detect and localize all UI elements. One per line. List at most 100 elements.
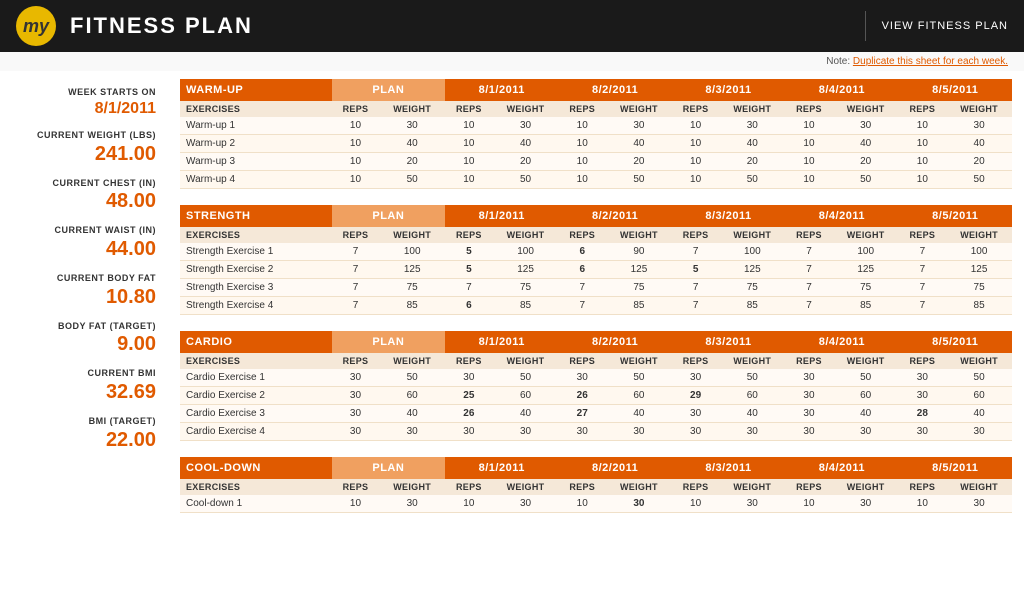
col-header: WEIGHT — [379, 101, 445, 117]
section-name: WARM-UP — [180, 79, 332, 101]
date-header: 8/5/2011 — [899, 457, 1012, 479]
day-reps: 10 — [672, 135, 720, 153]
col-header: WEIGHT — [379, 227, 445, 243]
plan-weight: 20 — [379, 153, 445, 171]
day-weight: 125 — [493, 261, 559, 279]
day-reps: 30 — [785, 423, 833, 441]
day-weight: 85 — [606, 297, 672, 315]
day-weight: 60 — [606, 387, 672, 405]
date-header: 8/4/2011 — [785, 457, 898, 479]
day-weight: 85 — [946, 297, 1012, 315]
day-weight: 30 — [833, 117, 899, 135]
col-header: REPS — [785, 353, 833, 369]
col-header: WEIGHT — [833, 101, 899, 117]
day-weight: 30 — [606, 495, 672, 513]
col-header: WEIGHT — [946, 353, 1012, 369]
day-weight: 20 — [946, 153, 1012, 171]
date-header: 8/2/2011 — [558, 79, 671, 101]
day-reps: 30 — [672, 423, 720, 441]
day-reps: 5 — [672, 261, 720, 279]
note-bar: Note: Duplicate this sheet for each week… — [0, 52, 1024, 71]
day-reps: 5 — [445, 243, 493, 261]
plan-reps: 10 — [332, 495, 380, 513]
day-weight: 50 — [719, 369, 785, 387]
day-weight: 75 — [493, 279, 559, 297]
day-reps: 10 — [445, 153, 493, 171]
bmi-target-label: BMI (TARGET) — [12, 416, 156, 428]
day-weight: 40 — [606, 405, 672, 423]
section-cool-down: COOL-DOWNPLAN8/1/20118/2/20118/3/20118/4… — [180, 457, 1012, 513]
day-reps: 10 — [785, 495, 833, 513]
day-weight: 20 — [719, 153, 785, 171]
view-plan-button[interactable]: VIEW FITNESS PLAN — [882, 20, 1008, 32]
sidebar-current-chest: CURRENT CHEST (IN) 48.00 — [12, 178, 156, 214]
col-header: WEIGHT — [493, 101, 559, 117]
date-header: 8/4/2011 — [785, 205, 898, 227]
plan-reps: 30 — [332, 387, 380, 405]
date-header: 8/4/2011 — [785, 79, 898, 101]
day-weight: 75 — [946, 279, 1012, 297]
day-reps: 10 — [899, 153, 947, 171]
day-weight: 30 — [946, 117, 1012, 135]
week-starts-value: 8/1/2011 — [12, 99, 156, 118]
day-weight: 30 — [946, 423, 1012, 441]
col-header: REPS — [558, 479, 606, 495]
sidebar-current-bodyfat: CURRENT BODY FAT 10.80 — [12, 273, 156, 309]
day-weight: 100 — [719, 243, 785, 261]
day-reps: 10 — [558, 171, 606, 189]
col-header: REPS — [672, 353, 720, 369]
day-reps: 7 — [899, 261, 947, 279]
day-weight: 30 — [833, 423, 899, 441]
day-weight: 60 — [719, 387, 785, 405]
col-header: REPS — [445, 227, 493, 243]
app-title: FITNESS PLAN — [70, 13, 865, 39]
day-weight: 40 — [493, 405, 559, 423]
table-row: Strength Exercise 2712551256125512571257… — [180, 261, 1012, 279]
day-weight: 60 — [493, 387, 559, 405]
exercise-name: Cardio Exercise 1 — [180, 369, 332, 387]
day-reps: 27 — [558, 405, 606, 423]
plan-reps: 30 — [332, 405, 380, 423]
exercise-name: Warm-up 1 — [180, 117, 332, 135]
plan-header: PLAN — [332, 79, 445, 101]
day-reps: 28 — [899, 405, 947, 423]
day-reps: 10 — [899, 117, 947, 135]
day-reps: 7 — [899, 243, 947, 261]
day-reps: 10 — [672, 171, 720, 189]
date-header: 8/5/2011 — [899, 331, 1012, 353]
exercise-name: Strength Exercise 4 — [180, 297, 332, 315]
duplicate-link[interactable]: Duplicate this sheet for each week. — [853, 56, 1008, 67]
plan-reps: 30 — [332, 369, 380, 387]
date-header: 8/5/2011 — [899, 205, 1012, 227]
col-header: WEIGHT — [606, 227, 672, 243]
exercise-name: Cardio Exercise 4 — [180, 423, 332, 441]
col-header: WEIGHT — [493, 353, 559, 369]
plan-header: PLAN — [332, 331, 445, 353]
date-header: 8/1/2011 — [445, 79, 558, 101]
day-reps: 10 — [672, 117, 720, 135]
day-reps: 30 — [672, 369, 720, 387]
col-header: WEIGHT — [606, 479, 672, 495]
plan-reps: 7 — [332, 279, 380, 297]
day-weight: 20 — [606, 153, 672, 171]
plan-weight: 40 — [379, 135, 445, 153]
day-weight: 30 — [719, 117, 785, 135]
day-weight: 30 — [719, 423, 785, 441]
day-reps: 7 — [672, 243, 720, 261]
day-weight: 100 — [493, 243, 559, 261]
date-header: 8/2/2011 — [558, 331, 671, 353]
plan-reps: 10 — [332, 153, 380, 171]
col-header: REPS — [558, 227, 606, 243]
date-header: 8/3/2011 — [672, 457, 785, 479]
col-header: WEIGHT — [833, 479, 899, 495]
day-weight: 85 — [719, 297, 785, 315]
section-cardio: CARDIOPLAN8/1/20118/2/20118/3/20118/4/20… — [180, 331, 1012, 441]
day-weight: 50 — [833, 171, 899, 189]
col-header: REPS — [899, 101, 947, 117]
plan-header: PLAN — [332, 457, 445, 479]
day-reps: 26 — [445, 405, 493, 423]
plan-weight: 85 — [379, 297, 445, 315]
day-weight: 30 — [833, 495, 899, 513]
plan-weight: 40 — [379, 405, 445, 423]
col-header: WEIGHT — [606, 353, 672, 369]
